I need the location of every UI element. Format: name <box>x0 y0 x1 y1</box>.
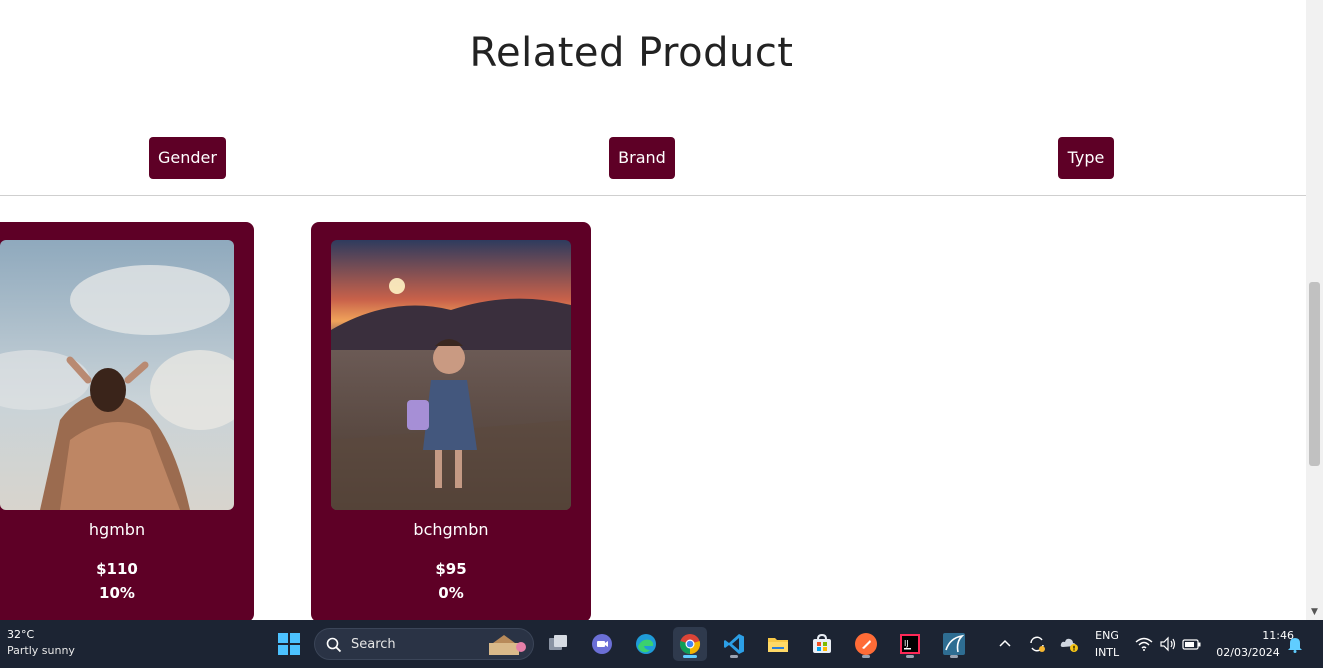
product-card[interactable]: bchgmbn $95 0% <box>311 222 591 620</box>
open-app-indicator <box>950 655 958 658</box>
search-highlight-icon <box>489 635 526 655</box>
start-icon[interactable] <box>272 627 306 661</box>
product-page: Related Product Gender Brand Type hgmbn … <box>0 0 1306 620</box>
page-title: Related Product <box>469 30 794 76</box>
store-icon[interactable] <box>805 627 839 661</box>
chevron-up-icon[interactable] <box>990 627 1020 661</box>
gender-filter-button[interactable]: Gender <box>149 137 226 179</box>
scroll-down-arrow-icon[interactable]: ▼ <box>1309 606 1320 618</box>
battery-icon[interactable] <box>1178 627 1206 661</box>
product-image[interactable] <box>0 240 234 510</box>
search-label: Search <box>351 637 396 652</box>
taskbar: 32°C Partly sunny Search IJ ENG INTL 11:… <box>0 620 1323 668</box>
product-name: hgmbn <box>88 520 146 539</box>
weather-temperature[interactable]: 32°C <box>7 628 34 641</box>
intellij-icon[interactable]: IJ <box>893 627 927 661</box>
edge-icon[interactable] <box>629 627 663 661</box>
open-app-indicator <box>906 655 914 658</box>
product-discount: 10% <box>99 584 135 602</box>
language-indicator[interactable]: ENG <box>1090 629 1124 642</box>
taskbar-search-box[interactable]: Search <box>314 628 534 660</box>
postman-icon[interactable] <box>849 627 883 661</box>
chrome-icon[interactable] <box>673 627 707 661</box>
product-price: $95 <box>435 560 467 578</box>
search-icon <box>326 637 342 653</box>
brand-filter-button[interactable]: Brand <box>609 137 675 179</box>
product-image[interactable] <box>331 240 571 510</box>
product-card[interactable]: hgmbn $110 10% <box>0 222 254 620</box>
vscode-icon[interactable] <box>717 627 751 661</box>
keyboard-layout-indicator[interactable]: INTL <box>1090 646 1124 659</box>
file-explorer-icon[interactable] <box>761 627 795 661</box>
clock-date[interactable]: 02/03/2024 <box>1214 646 1282 659</box>
vertical-scrollbar[interactable]: ▼ <box>1306 0 1323 620</box>
open-app-indicator <box>862 655 870 658</box>
onedrive-warning-icon[interactable] <box>1054 627 1084 661</box>
sync-icon[interactable] <box>1022 627 1052 661</box>
product-name: bchgmbn <box>413 520 489 539</box>
notification-bell-icon[interactable] <box>1284 627 1306 661</box>
svg-text:IJ: IJ <box>904 639 909 648</box>
meet-icon[interactable] <box>585 627 619 661</box>
product-price: $110 <box>96 560 138 578</box>
weather-description[interactable]: Partly sunny <box>7 644 75 657</box>
product-discount: 0% <box>438 584 464 602</box>
mysql-workbench-icon[interactable] <box>937 627 971 661</box>
task-view-icon[interactable] <box>541 627 575 661</box>
scrollbar-thumb[interactable] <box>1309 282 1320 466</box>
open-app-indicator <box>730 655 738 658</box>
divider <box>0 195 1306 196</box>
active-app-indicator <box>683 655 697 658</box>
type-filter-button[interactable]: Type <box>1058 137 1114 179</box>
